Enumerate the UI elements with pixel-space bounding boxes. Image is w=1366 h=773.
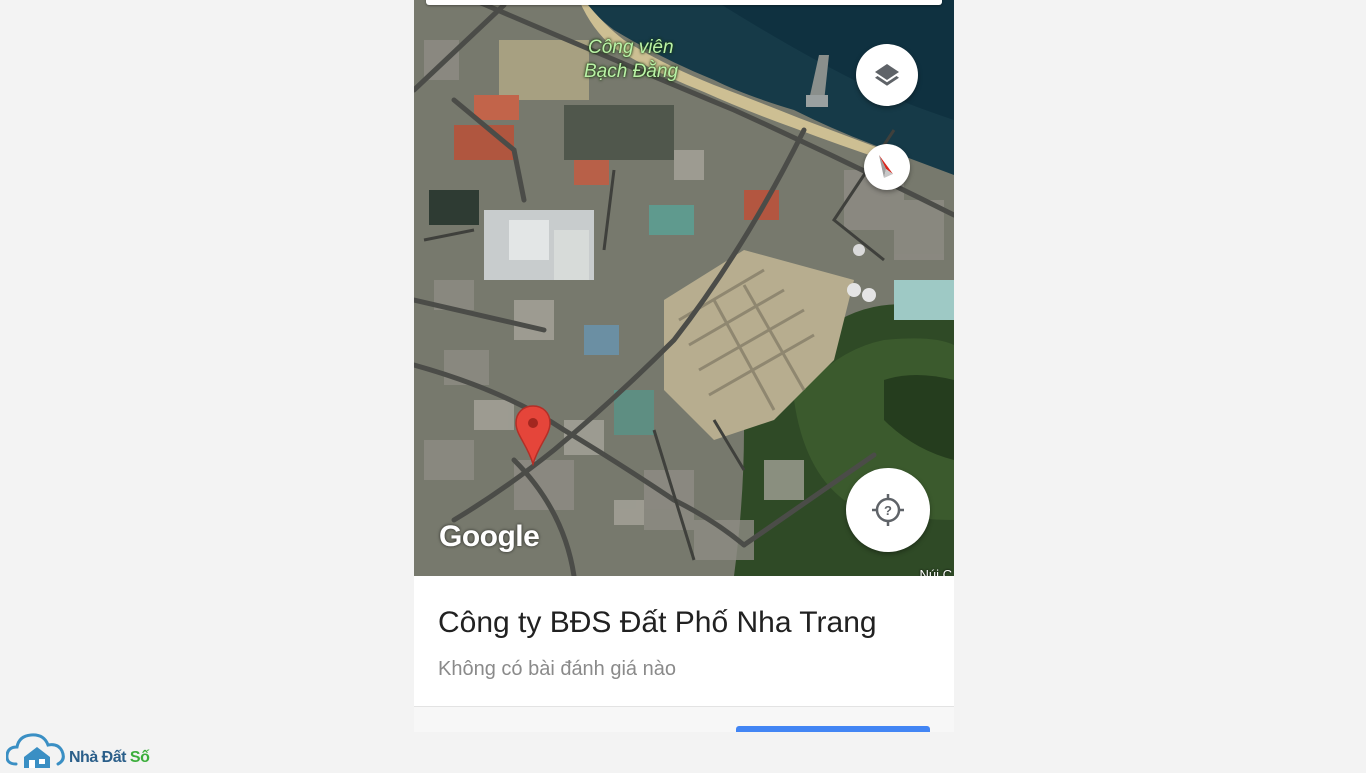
compass-icon <box>879 155 893 178</box>
search-box-edge[interactable] <box>426 0 942 5</box>
map-place-label-line1: Công viên <box>588 37 674 58</box>
place-title: Công ty BĐS Đất Phố Nha Trang <box>438 606 877 639</box>
place-info-card[interactable]: Công ty BĐS Đất Phố Nha Trang Không có b… <box>414 576 954 707</box>
brand-name-accent: Số <box>129 749 150 766</box>
directions-button[interactable] <box>736 726 930 732</box>
red-location-pin-icon[interactable] <box>514 404 552 466</box>
brand-name: Nhà Đất Số <box>69 749 150 767</box>
nha-dat-so-logo: Nhà Đất Số <box>5 730 166 768</box>
my-location-question-icon: ? <box>872 494 904 526</box>
cloud-house-icon <box>5 733 65 768</box>
brand-name-main: Nhà Đất <box>69 749 126 766</box>
phone-screen: Công viên Bạch Đằng Google ? Núi C Công … <box>414 0 954 732</box>
compass-button[interactable] <box>864 144 910 190</box>
layers-icon <box>875 64 899 86</box>
map-corner-label: Núi C <box>919 567 952 576</box>
review-count-text: Không có bài đánh giá nào <box>438 658 676 680</box>
my-location-button[interactable]: ? <box>846 468 930 552</box>
svg-text:?: ? <box>884 503 892 518</box>
google-logo: Google <box>439 520 540 553</box>
layers-button[interactable] <box>856 44 918 106</box>
map-place-label-line2: Bạch Đằng <box>584 61 679 82</box>
satellite-map[interactable]: Công viên Bạch Đằng Google ? Núi C <box>414 0 954 576</box>
